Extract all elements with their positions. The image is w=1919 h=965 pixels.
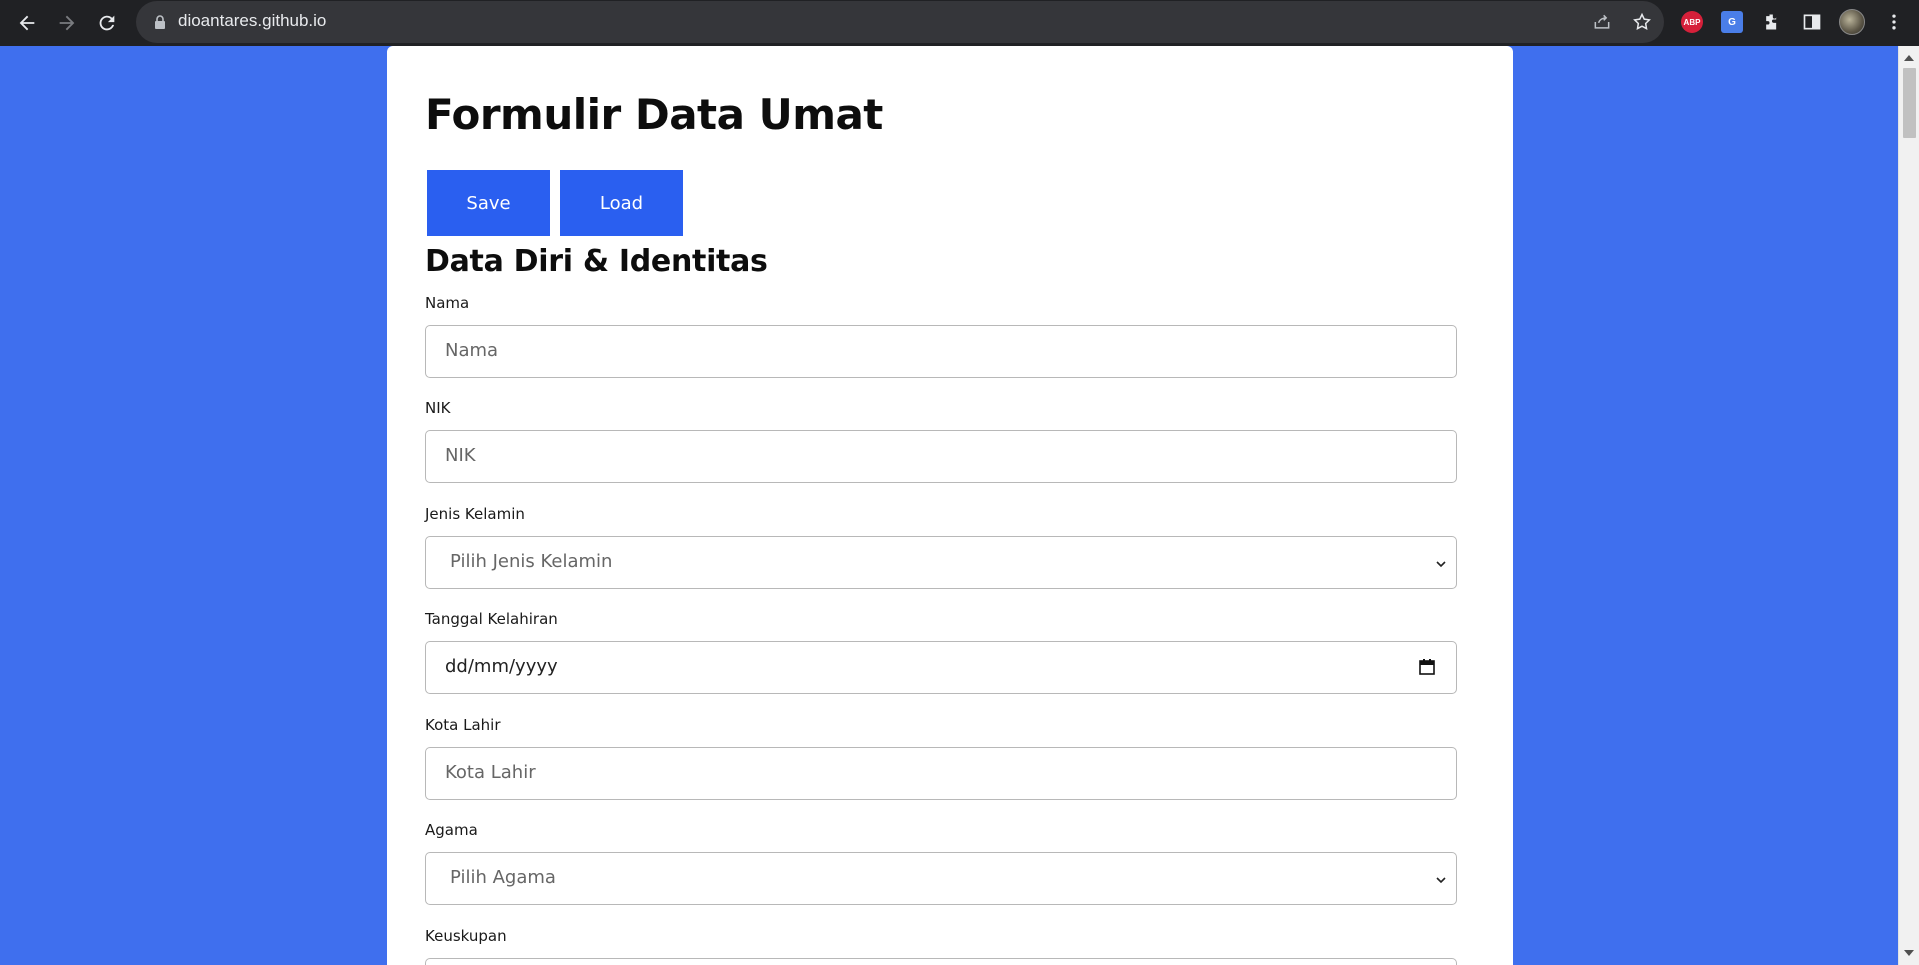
- chevron-down-icon: [1436, 877, 1446, 884]
- back-icon[interactable]: [11, 7, 43, 39]
- scroll-down-icon[interactable]: [1904, 950, 1914, 956]
- share-icon[interactable]: [1590, 10, 1614, 34]
- nama-label: Nama: [425, 294, 470, 312]
- keuskupan-label: Keuskupan: [425, 927, 507, 945]
- keuskupan-select[interactable]: [425, 958, 1457, 965]
- adblock-plus-icon[interactable]: ABP: [1678, 8, 1706, 36]
- load-button[interactable]: Load: [560, 170, 683, 236]
- agama-label: Agama: [425, 821, 478, 839]
- kota-lahir-label: Kota Lahir: [425, 716, 501, 734]
- page-title: Formulir Data Umat: [425, 90, 883, 139]
- google-translate-icon[interactable]: G: [1718, 8, 1746, 36]
- profile-avatar[interactable]: [1838, 8, 1866, 36]
- save-button[interactable]: Save: [427, 170, 550, 236]
- scroll-thumb[interactable]: [1903, 68, 1916, 138]
- tanggal-kelahiran-input[interactable]: dd/mm/yyyy: [425, 641, 1457, 694]
- kota-lahir-input[interactable]: Kota Lahir: [425, 747, 1457, 800]
- agama-select[interactable]: Pilih Agama: [425, 852, 1457, 905]
- nama-input[interactable]: Nama: [425, 325, 1457, 378]
- address-bar[interactable]: dioantares.github.io: [136, 1, 1664, 43]
- chevron-down-icon: [1436, 561, 1446, 568]
- url-text: dioantares.github.io: [178, 11, 327, 30]
- jenis-kelamin-selected: Pilih Jenis Kelamin: [450, 551, 613, 572]
- agama-selected: Pilih Agama: [450, 867, 556, 888]
- tanggal-kelahiran-value: dd/mm/yyyy: [445, 656, 558, 677]
- extensions-icon[interactable]: [1758, 8, 1786, 36]
- calendar-icon[interactable]: [1418, 658, 1436, 676]
- side-panel-icon[interactable]: [1798, 8, 1826, 36]
- nama-placeholder: Nama: [445, 340, 499, 361]
- tanggal-kelahiran-label: Tanggal Kelahiran: [425, 610, 558, 628]
- jenis-kelamin-select[interactable]: Pilih Jenis Kelamin: [425, 536, 1457, 589]
- reload-icon[interactable]: [91, 7, 123, 39]
- form-card: Formulir Data Umat Save Load Data Diri &…: [387, 46, 1513, 965]
- kota-lahir-placeholder: Kota Lahir: [445, 762, 536, 783]
- section-title: Data Diri & Identitas: [425, 244, 768, 279]
- nik-label: NIK: [425, 399, 451, 417]
- page-scrollbar[interactable]: [1898, 46, 1919, 965]
- lock-icon[interactable]: [152, 14, 168, 30]
- nik-input[interactable]: NIK: [425, 430, 1457, 483]
- jenis-kelamin-label: Jenis Kelamin: [425, 505, 525, 523]
- more-menu-icon[interactable]: [1880, 8, 1908, 36]
- browser-toolbar: dioantares.github.io ABP G: [0, 0, 1919, 46]
- nik-placeholder: NIK: [445, 445, 476, 466]
- star-icon[interactable]: [1630, 10, 1654, 34]
- scroll-up-icon[interactable]: [1904, 55, 1914, 61]
- forward-icon[interactable]: [51, 7, 83, 39]
